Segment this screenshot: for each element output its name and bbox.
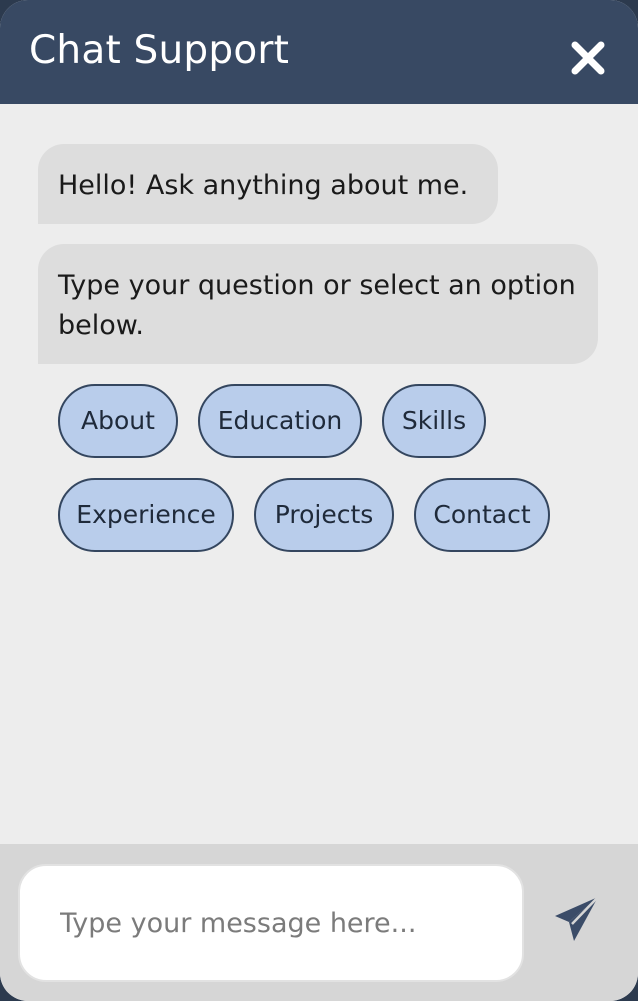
- option-skills-button[interactable]: Skills: [382, 384, 486, 458]
- bot-message: Type your question or select an option b…: [38, 244, 598, 364]
- bot-message: Hello! Ask anything about me.: [38, 144, 498, 224]
- send-button[interactable]: [552, 894, 602, 944]
- chat-window: Chat Support Hello! Ask anything about m…: [0, 0, 638, 1001]
- chat-title: Chat Support: [29, 28, 290, 73]
- message-list: Hello! Ask anything about me. Type your …: [0, 104, 638, 844]
- option-education-button[interactable]: Education: [198, 384, 362, 458]
- chat-header: Chat Support: [0, 0, 638, 104]
- close-icon: [571, 41, 605, 75]
- option-projects-button[interactable]: Projects: [254, 478, 394, 552]
- send-icon: [555, 896, 599, 941]
- message-input[interactable]: [18, 864, 524, 982]
- option-about-button[interactable]: About: [58, 384, 178, 458]
- option-contact-button[interactable]: Contact: [414, 478, 550, 552]
- chat-footer: [0, 844, 638, 1001]
- option-experience-button[interactable]: Experience: [58, 478, 234, 552]
- close-button[interactable]: [566, 36, 610, 80]
